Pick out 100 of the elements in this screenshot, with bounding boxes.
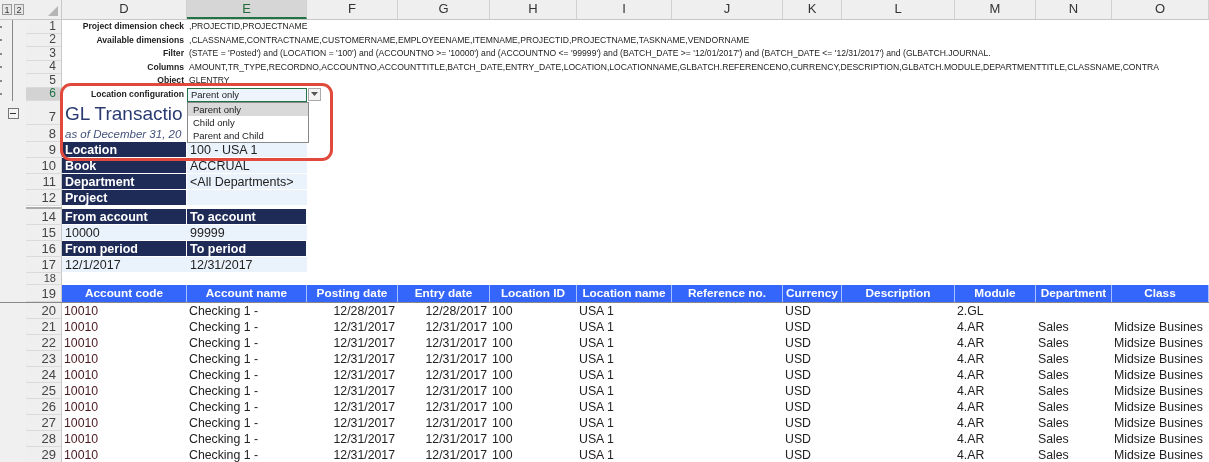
row-number[interactable]: 8 <box>26 125 62 142</box>
range-value[interactable]: 99999 <box>187 225 307 241</box>
row-number[interactable]: 16 <box>26 241 62 257</box>
range-value[interactable]: 12/1/2017 <box>62 257 187 273</box>
table-cell-text: 10010 <box>63 399 100 415</box>
column-header[interactable]: N <box>1036 0 1112 19</box>
row-number[interactable]: 28 <box>26 431 62 447</box>
table-cell-text: USA 1 <box>578 303 615 319</box>
table-cell-text: 4.AR <box>956 383 986 399</box>
row-number[interactable]: 10 <box>26 158 62 174</box>
table-header: Location ID <box>490 285 577 302</box>
row-number[interactable]: 26 <box>26 399 62 415</box>
row-number[interactable]: 11 <box>26 174 62 190</box>
table-cell-text: USD <box>784 383 812 399</box>
range-label: From period <box>62 241 187 257</box>
row-number[interactable]: 14 <box>26 209 62 225</box>
table-cell-text: Checking 1 - <box>188 335 260 351</box>
table-cell-text: Midsize Busines <box>1113 431 1204 447</box>
table-cell-text: 12/31/2017 <box>332 351 396 367</box>
table-cell-text: Sales <box>1037 415 1070 431</box>
table-header: Account name <box>187 285 307 302</box>
table-cell-text: 100 <box>491 367 514 383</box>
dropdown-button[interactable] <box>308 87 321 101</box>
table-cell-text: USA 1 <box>578 383 615 399</box>
table-header: Department <box>1036 285 1112 302</box>
row-number[interactable]: 27 <box>26 415 62 431</box>
table-cell-text: 4.AR <box>956 415 986 431</box>
column-header[interactable]: M <box>955 0 1036 19</box>
table-cell-text: 12/31/2017 <box>332 447 396 462</box>
table-cell-text: 4.AR <box>956 447 986 462</box>
row-number[interactable]: 21 <box>26 319 62 335</box>
table-cell-text: 100 <box>491 415 514 431</box>
row-number[interactable]: 17 <box>26 257 62 273</box>
table-cell-text: USD <box>784 351 812 367</box>
parameter-label: Columns <box>147 60 185 74</box>
range-label: From account <box>62 209 187 225</box>
table-header: Account code <box>62 285 187 302</box>
row-number[interactable]: 20 <box>26 303 62 319</box>
table-cell-text: USD <box>784 319 812 335</box>
table-cell-text: 12/31/2017 <box>424 335 488 351</box>
report-title: GL Transactio <box>64 102 184 125</box>
table-cell-text: USA 1 <box>578 351 615 367</box>
row-number[interactable]: 19 <box>26 285 62 302</box>
row-number[interactable]: 25 <box>26 383 62 399</box>
outline-level-button[interactable]: 2 <box>14 4 24 15</box>
table-cell-text: USA 1 <box>578 335 615 351</box>
table-cell-text: 100 <box>491 431 514 447</box>
row-number[interactable]: 29 <box>26 447 62 462</box>
table-cell-text: 12/31/2017 <box>424 367 488 383</box>
row-number[interactable]: 3 <box>26 47 62 61</box>
report-date: as of December 31, 20 <box>64 127 183 142</box>
column-header[interactable]: O <box>1112 0 1209 19</box>
column-header[interactable]: J <box>672 0 783 19</box>
column-header[interactable]: K <box>783 0 842 19</box>
row-number[interactable]: 7 <box>26 101 62 125</box>
range-label: To period <box>187 241 307 257</box>
table-header: Module <box>955 285 1036 302</box>
table-cell-text: Midsize Busines <box>1113 383 1204 399</box>
table-cell-text: Midsize Busines <box>1113 399 1204 415</box>
row-number[interactable]: 22 <box>26 335 62 351</box>
row-number[interactable]: 9 <box>26 142 62 158</box>
row-number[interactable]: 5 <box>26 74 62 88</box>
table-cell-text: 12/28/2017 <box>424 303 488 319</box>
row-number[interactable]: 15 <box>26 225 62 241</box>
parameter-value: GLENTRY <box>188 74 230 87</box>
dropdown-option[interactable]: Parent and Child <box>188 129 308 143</box>
collapse-button[interactable] <box>7 107 19 119</box>
range-value[interactable]: 12/31/2017 <box>187 257 307 273</box>
column-header[interactable]: F <box>307 0 398 19</box>
column-header[interactable]: G <box>398 0 490 19</box>
column-header[interactable]: I <box>577 0 672 19</box>
table-cell-text: 4.AR <box>956 431 986 447</box>
table-cell-text: 10010 <box>63 415 100 431</box>
row-number[interactable]: 1 <box>26 20 62 34</box>
dropdown-option[interactable]: Child only <box>188 115 308 130</box>
location-dropdown[interactable]: Parent only <box>187 87 307 102</box>
table-cell-text: USD <box>784 335 812 351</box>
row-number[interactable]: 12 <box>26 190 62 206</box>
column-header[interactable]: H <box>490 0 577 19</box>
outline-level-button[interactable]: 1 <box>2 4 12 15</box>
row-number[interactable]: 18 <box>26 273 62 285</box>
table-cell-text: 100 <box>491 383 514 399</box>
range-value[interactable]: 10000 <box>62 225 187 241</box>
table-cell-text: 12/31/2017 <box>332 367 396 383</box>
column-header[interactable]: E <box>187 0 307 19</box>
table-cell-text: Checking 1 - <box>188 431 260 447</box>
caret-icon <box>311 92 318 96</box>
filter-value[interactable]: <All Departments> <box>187 174 307 190</box>
parameter-label: Location configuration <box>90 87 185 101</box>
table-cell-text: 12/31/2017 <box>332 319 396 335</box>
table-cell-text: Midsize Busines <box>1113 447 1204 462</box>
table-cell-text: Checking 1 - <box>188 399 260 415</box>
row-number[interactable]: 23 <box>26 351 62 367</box>
row-number[interactable]: 24 <box>26 367 62 383</box>
table-cell-text: Sales <box>1037 399 1070 415</box>
table-cell-text: 12/31/2017 <box>332 431 396 447</box>
table-cell-text: 4.AR <box>956 335 986 351</box>
dropdown-option[interactable]: Parent only <box>188 102 308 116</box>
column-header[interactable]: L <box>842 0 955 19</box>
range-label: To account <box>187 209 307 225</box>
